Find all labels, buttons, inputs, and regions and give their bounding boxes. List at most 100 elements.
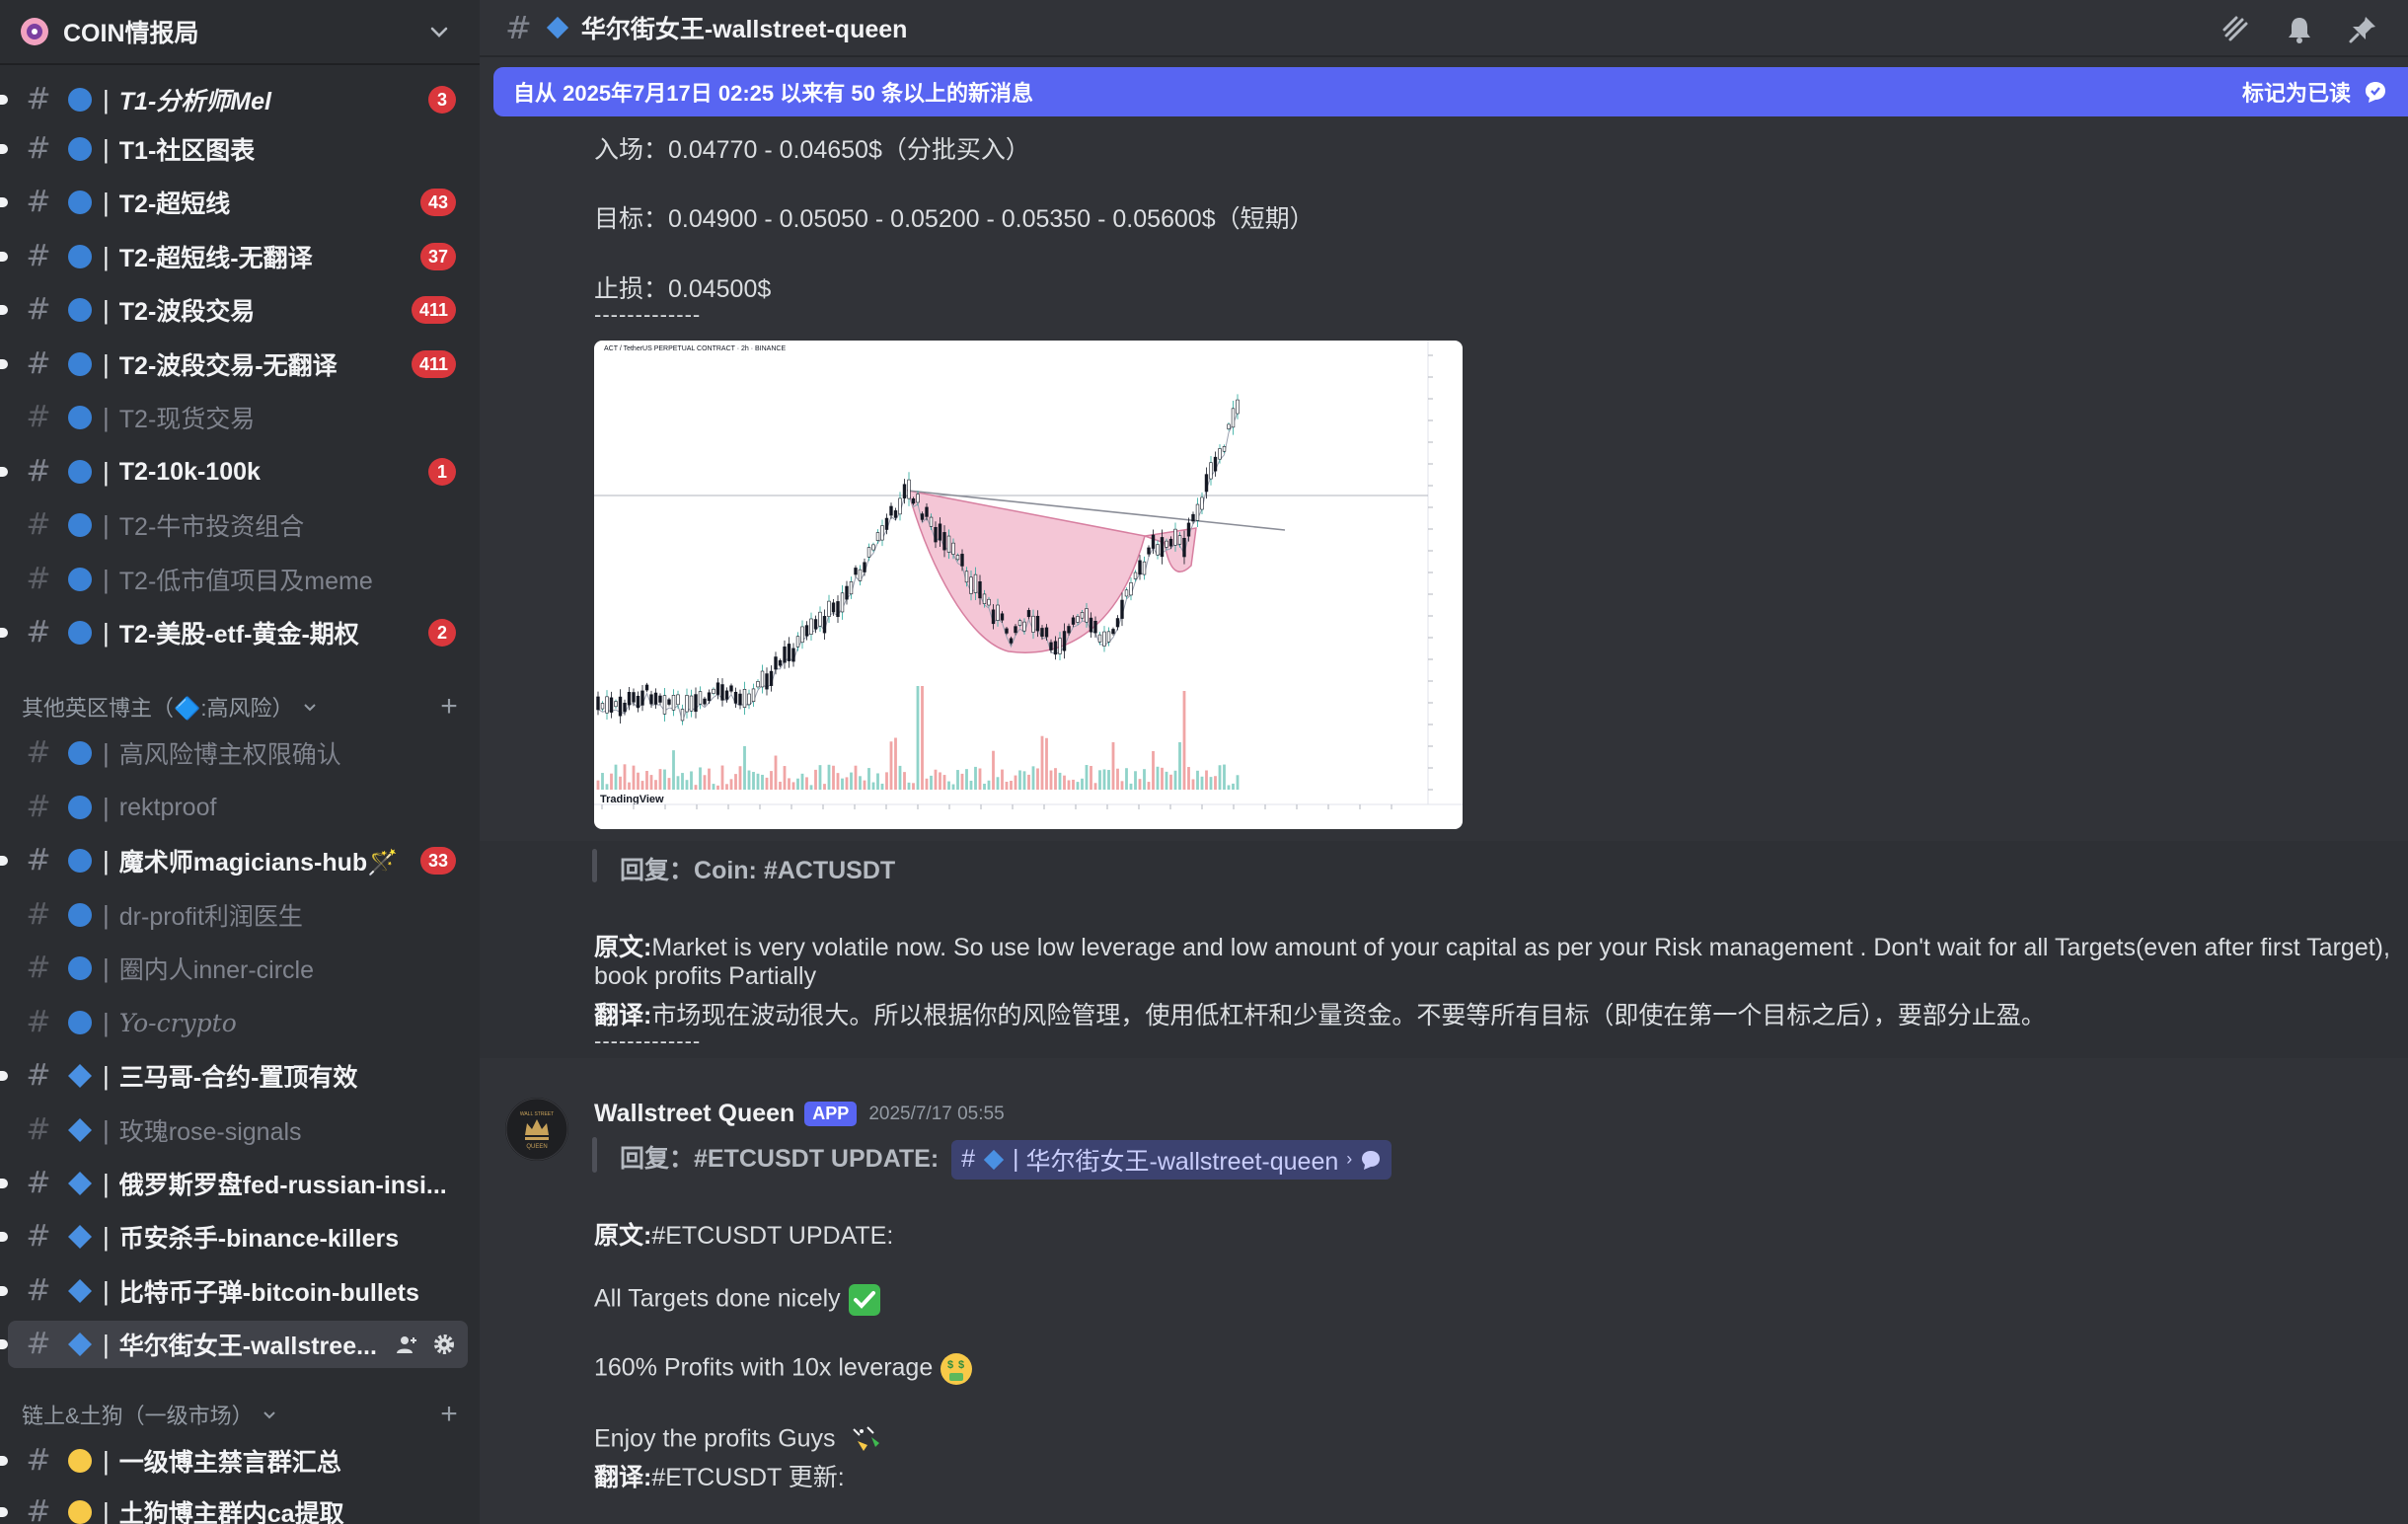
divider-text: ------------- (594, 302, 702, 327)
channel-item[interactable]: # | 比特币子弹-bitcoin-bullets (0, 1267, 468, 1315)
champagne-icon (852, 1426, 879, 1451)
volume-bar (1196, 770, 1199, 790)
crown-logo-icon: WALL STREET QUEEN (505, 1098, 568, 1161)
candle-body (973, 573, 978, 593)
candle-body (818, 611, 822, 627)
candle-body (618, 696, 623, 717)
category-header[interactable]: 其他英区博主（🔷:高风险） + (22, 689, 464, 724)
volume-bar (939, 772, 941, 790)
original-text: 原文:#ETCUSDT UPDATE: (594, 1222, 894, 1250)
candle-body (1062, 631, 1067, 651)
volume-bar (1090, 765, 1092, 790)
channel-item[interactable]: # | T2-10k-100k 1 (0, 448, 468, 495)
channel-item[interactable]: # | rektproof (8, 784, 468, 831)
category-header[interactable]: 链上&土狗（一级市场） + (22, 1397, 464, 1432)
mark-as-read-button[interactable]: 标记为已读 (2242, 76, 2388, 108)
unread-indicator (0, 1339, 8, 1349)
volume-bar (863, 780, 866, 790)
candle-body (649, 694, 653, 705)
candle-body (1093, 621, 1097, 634)
channel-mention[interactable]: # | 华尔街女王-wallstreet-queen › (951, 1139, 1392, 1180)
chevron-down-icon[interactable] (428, 21, 450, 42)
channel-name: T2-牛市投资组合 (118, 513, 305, 541)
channel-item[interactable]: # | 币安杀手-binance-killers (0, 1213, 468, 1260)
channel-item[interactable]: # | Yo-crypto (8, 999, 468, 1046)
candle-body (644, 684, 649, 691)
volume-bar (783, 766, 787, 790)
channel-item[interactable]: # | T2-超短线-无翻译 37 (0, 233, 468, 280)
volume-bar (1036, 768, 1039, 790)
volume-bar (885, 772, 888, 790)
channel-item[interactable]: # | 一级博主禁言群汇总 (0, 1437, 468, 1485)
candle-body (1111, 629, 1115, 635)
channel-item[interactable]: # | 俄罗斯罗盘fed-russian-insi... (0, 1160, 468, 1207)
channel-item[interactable]: # | dr-profit利润医生 (8, 891, 468, 939)
candles (596, 394, 1240, 725)
volume-bar (605, 784, 609, 790)
avatar[interactable]: WALL STREET QUEEN (505, 1098, 568, 1161)
unread-indicator (0, 1071, 8, 1081)
volume-bar (850, 772, 853, 790)
channel-item[interactable]: # | T2-牛市投资组合 (8, 501, 468, 549)
money-mouth-icon: $ $ (941, 1353, 973, 1385)
channel-item[interactable]: # | T2-低市值项目及meme (8, 556, 468, 603)
candle-body (1014, 626, 1017, 634)
new-messages-banner[interactable]: 自从 2025年7月17日 02:25 以来有 50 条以上的新消息 标记为已读 (493, 67, 2408, 116)
channel-item[interactable]: # | 圈内人inner-circle (8, 945, 468, 992)
candle-body (916, 494, 920, 503)
reply-preview[interactable]: 回复：Coin: #ACTUSDT (620, 851, 895, 886)
channel-item-active[interactable]: # | 华尔街女王-wallstree... (0, 1321, 468, 1368)
channel-item[interactable]: # | T2-波段交易 411 (0, 286, 468, 334)
candle-body (920, 513, 925, 520)
channel-name: T2-低市值项目及meme (118, 568, 373, 595)
original-text: 原文:Market is very volatile now. So use l… (594, 934, 2390, 961)
blue-circle-icon (68, 1011, 92, 1034)
channel-item[interactable]: # | 玫瑰rose-signals (8, 1106, 468, 1154)
author-name[interactable]: Wallstreet Queen (594, 1100, 794, 1128)
hash-icon: # (26, 1327, 51, 1361)
volume-bar (716, 785, 719, 790)
candle-body (1195, 503, 1200, 521)
channel-item[interactable]: # | 三马哥-合约-置顶有效 (0, 1052, 468, 1100)
moving-average-line (597, 412, 1239, 723)
channel-item[interactable]: # | T2-美股-etf-黄金-期权 2 (0, 609, 468, 656)
channel-item[interactable]: # | 土狗博主群内ca提取 (0, 1488, 468, 1524)
hash-icon: # (26, 1273, 51, 1308)
volume-bar (765, 777, 769, 790)
unread-indicator (0, 856, 8, 866)
volume-bar (796, 778, 799, 790)
blue-circle-icon (68, 352, 92, 376)
candle-body (1227, 423, 1231, 429)
gear-icon[interactable] (432, 1333, 456, 1356)
unread-indicator (0, 1507, 8, 1517)
volume-bar (1098, 770, 1101, 790)
hash-icon: # (26, 346, 51, 381)
candle-body (676, 694, 680, 706)
mention-badge: 33 (419, 847, 456, 875)
channel-item[interactable]: # | T1-分析师Mel 3 (0, 76, 468, 123)
channel-item[interactable]: # | T1-社区图表 (0, 125, 468, 173)
candle-body (1106, 631, 1111, 643)
channel-item[interactable]: # | 高风险博主权限确认 (8, 729, 468, 777)
reply-preview[interactable]: 回复：#ETCUSDT UPDATE: # | 华尔街女王-wallstreet… (620, 1139, 1392, 1180)
threads-icon[interactable] (2220, 14, 2252, 45)
volume-bar (823, 784, 826, 790)
channel-item[interactable]: # | T2-现货交易 (8, 394, 468, 441)
add-channel-icon[interactable]: + (434, 1398, 464, 1431)
candle-body (707, 692, 712, 702)
channel-item[interactable]: # | T2-超短线 43 (0, 179, 468, 226)
bell-icon[interactable] (2284, 14, 2315, 45)
volume-bar (987, 780, 991, 790)
chart-image-attachment[interactable]: ACT / TetherUS PERPETUAL CONTRACT · 2h ·… (594, 341, 1463, 829)
candle-body (991, 609, 996, 625)
add-channel-icon[interactable]: + (434, 690, 464, 724)
server-header[interactable]: COIN情报局 (0, 0, 480, 65)
candle-body (1213, 456, 1218, 472)
candle-body (960, 554, 964, 567)
invite-user-icon[interactable] (395, 1333, 418, 1356)
channel-item[interactable]: # | T2-波段交易-无翻译 411 (0, 341, 468, 388)
pin-icon[interactable] (2347, 14, 2378, 45)
candle-body (747, 693, 751, 706)
channel-name: T2-现货交易 (118, 406, 256, 433)
channel-item[interactable]: # | 魔术师magicians-hub🪄 33 (0, 837, 468, 884)
